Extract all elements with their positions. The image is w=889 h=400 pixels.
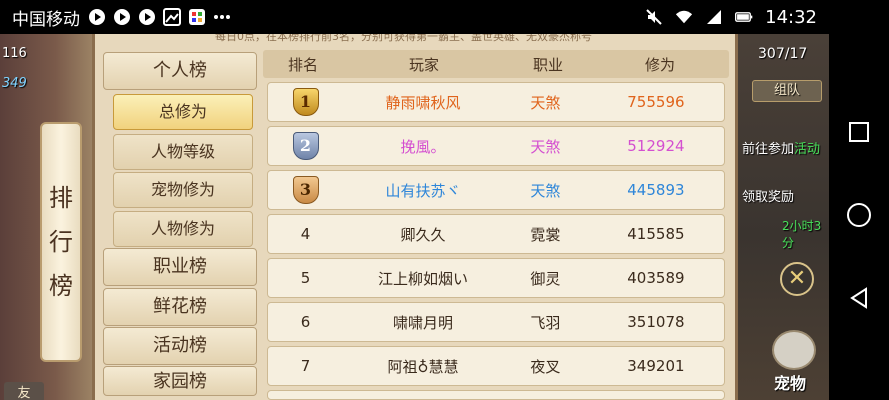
goto-highlight: 活动 [794,142,821,157]
gold-medal-icon: 1 [292,88,319,116]
sub-character-power[interactable]: 人物修为 [113,211,253,247]
header-player: 玩家 [408,55,439,74]
title-char: 榜 [49,272,73,300]
category-personal[interactable]: 个人榜 [103,52,257,90]
job-cell: 天煞 [530,93,561,112]
recent-apps-icon[interactable] [848,121,870,147]
player-power: 349 [2,76,27,91]
power-cell: 403589 [627,269,685,287]
bronze-medal-icon: 3 [292,176,319,204]
goto-activity-link[interactable]: 前往参加活动 [742,138,820,157]
rank-cell: 5 [300,269,311,287]
wifi-icon [675,8,693,26]
gallery-icon [163,8,181,26]
player-cell: 卿久久 [400,225,446,244]
player-cell: 江上柳如烟い [377,269,468,288]
power-cell: 445893 [627,181,685,199]
title-char: 排 [49,184,73,212]
rank-cell: 4 [300,225,311,243]
back-icon[interactable] [848,286,870,313]
player-cell: 挽風。 [400,137,446,156]
play-icon [113,8,131,26]
job-cell: 御灵 [530,269,561,288]
activity-timer: 2小时3分 [782,219,822,250]
table-row[interactable]: 2 挽風。 天煞 512924 [267,126,725,166]
goto-prefix: 前往参加 [742,142,795,157]
table-row[interactable]: 1 静雨啸秋风 天煞 755596 [267,82,725,122]
play-icon [138,8,156,26]
title-char: 行 [49,228,73,256]
mute-icon [645,8,663,26]
table-row[interactable]: 6 啸啸月明 飞羽 351078 [267,302,725,342]
table-row[interactable]: 7 阿祖♁慧慧 夜叉 349201 [267,346,725,386]
sub-total-power[interactable]: 总修为 [113,94,253,130]
category-home[interactable]: 家园榜 [103,366,257,396]
battery-icon [735,8,753,26]
home-icon[interactable] [846,202,872,232]
power-cell: 349201 [627,357,685,375]
ranking-table: 排名 玩家 职业 修为 1 静雨啸秋风 天煞 755596 2 挽風。 天煞 5… [263,50,729,400]
table-row[interactable]: 4 卿久久 霓裳 415585 [267,214,725,254]
power-cell: 755596 [627,93,685,111]
player-cell: 山有扶苏ヾ [385,181,461,200]
app-icon [188,8,206,26]
job-cell: 夜叉 [530,357,561,376]
job-cell: 天煞 [530,181,561,200]
signal-icon [705,8,723,26]
team-button[interactable]: 组队 [752,80,822,102]
player-level: 116 [2,46,27,61]
power-cell: 512924 [627,137,685,155]
category-activity[interactable]: 活动榜 [103,327,257,365]
ranking-title-scroll: 排 行 榜 [40,122,82,362]
player-cell: 静雨啸秋风 [385,93,461,112]
close-icon[interactable]: ✕ [780,262,814,296]
power-cell: 415585 [627,225,685,243]
header-power: 修为 [644,55,675,74]
pet-button[interactable]: 宠物 [774,370,806,394]
power-cell: 351078 [627,313,685,331]
status-bar: 中国移动 14:32 [0,0,889,34]
rank-cell: 3 [268,176,343,204]
more-dots-icon [213,8,231,26]
play-icon [88,8,106,26]
header-rank: 排名 [287,55,318,74]
clock: 14:32 [765,6,817,28]
status-right: 14:32 [645,7,877,28]
rank-cell: 6 [300,313,311,331]
rank-cell: 2 [268,132,343,160]
rank-cell: 1 [268,88,343,116]
table-row[interactable]: 3 山有扶苏ヾ 天煞 445893 [267,170,725,210]
table-header: 排名 玩家 职业 修为 [263,50,729,78]
category-profession[interactable]: 职业榜 [103,248,257,286]
rank-cell: 7 [300,357,311,375]
ranking-panel: 每日0点，在本榜排行前3名，分别可获得第一霸主、盖世英雄、无双豪杰称号 个人榜 … [92,32,738,400]
left-hud: 116 349 友 排 行 榜 [0,34,92,400]
claim-reward-link[interactable]: 领取奖励 [742,186,794,205]
sub-character-level[interactable]: 人物等级 [113,134,253,170]
category-flower[interactable]: 鲜花榜 [103,288,257,326]
job-cell: 天煞 [530,137,561,156]
job-cell: 霓裳 [530,225,561,244]
carrier-label: 中国移动 [12,9,80,30]
navigation-bar [829,34,889,400]
table-row[interactable]: 5 江上柳如烟い 御灵 403589 [267,258,725,298]
table-row-partial [267,390,725,400]
header-job: 职业 [532,55,563,74]
player-cell: 阿祖♁慧慧 [387,357,459,376]
job-cell: 飞羽 [530,313,561,332]
sub-pet-power[interactable]: 宠物修为 [113,172,253,208]
player-cell: 啸啸月明 [392,313,453,332]
pet-avatar-icon[interactable] [772,330,816,370]
hp-readout: 307/17 [758,46,808,62]
silver-medal-icon: 2 [292,132,319,160]
friend-button[interactable]: 友 [4,382,44,400]
ranking-sidebar: 个人榜 总修为 人物等级 宠物修为 人物修为 职业榜 鲜花榜 活动榜 家园榜 [101,50,259,400]
right-hud: 307/17 组队 前往参加活动 领取奖励 2小时3分 ✕ 宠物 [738,34,829,400]
